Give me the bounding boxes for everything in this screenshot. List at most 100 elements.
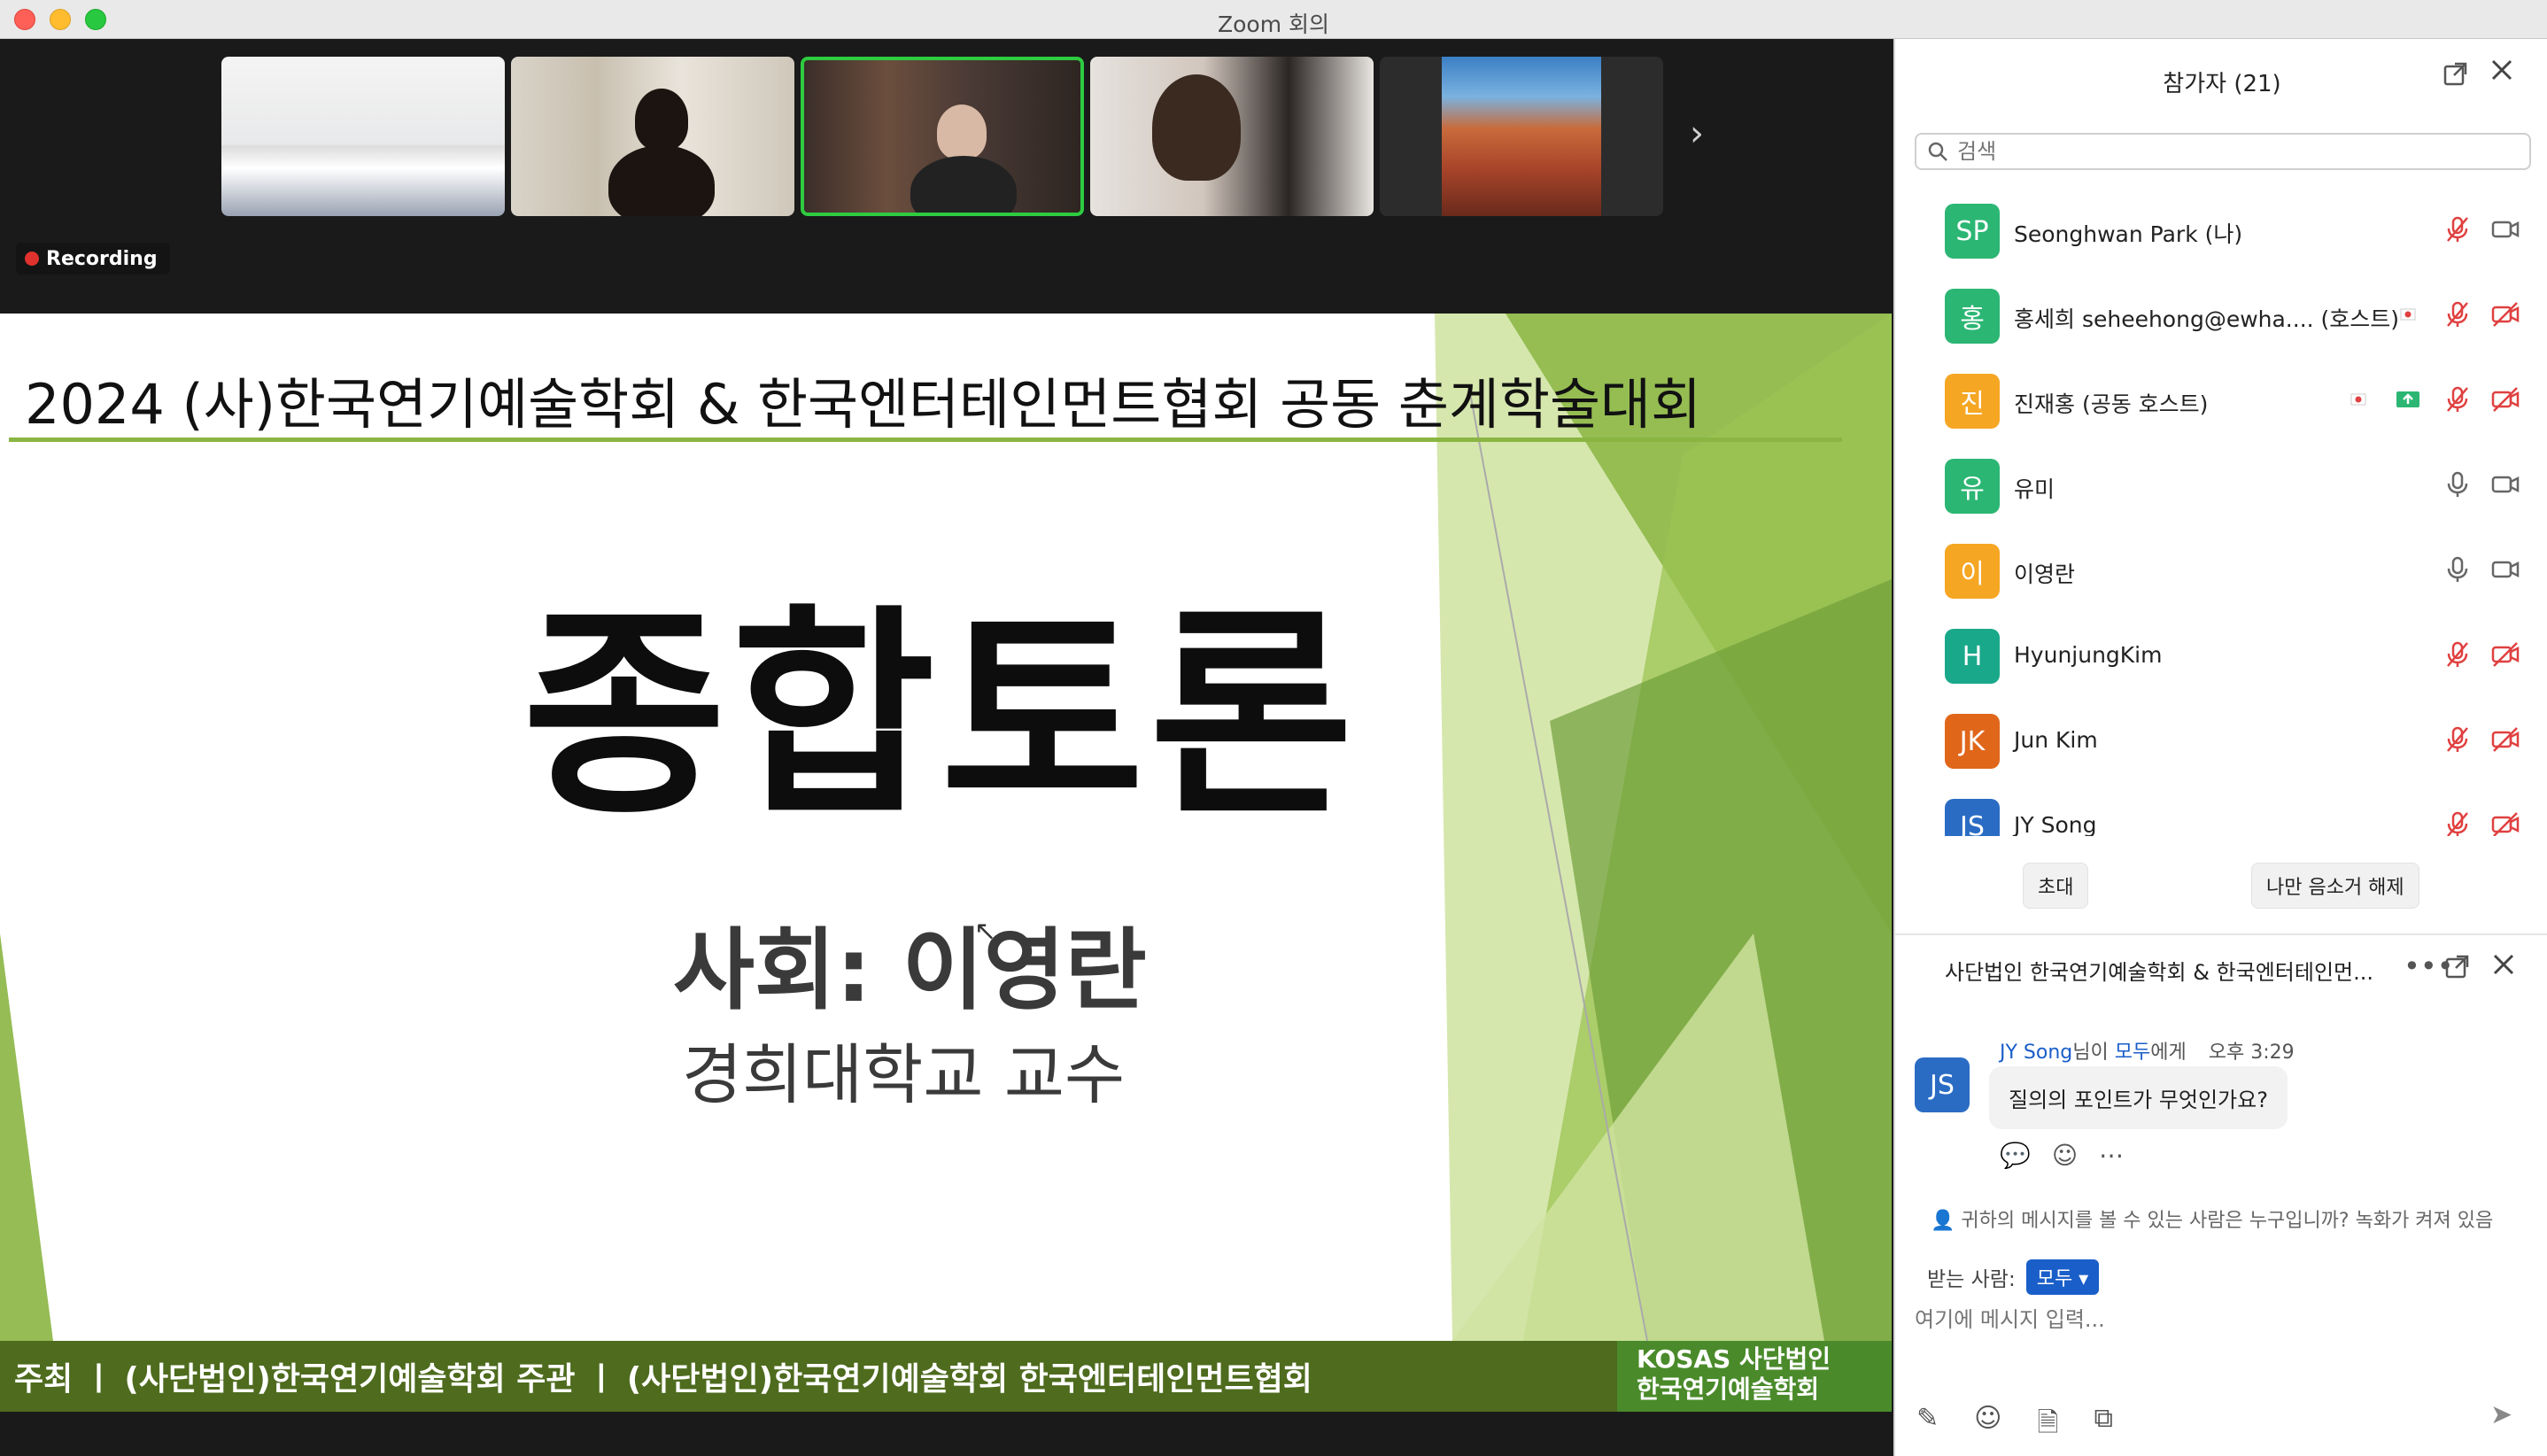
message-recipient: 모두	[2114, 1042, 2151, 1064]
recipient-label: 받는 사람:	[1927, 1268, 2016, 1291]
video-on-icon[interactable]	[2489, 553, 2522, 586]
participant-list: SP Seonghwan Park (나) 홍 홍세희 seheehong@ew…	[1895, 190, 2547, 836]
message-suffix: 에게	[2150, 1042, 2187, 1064]
participant-row[interactable]: H HyunjungKim	[1895, 615, 2547, 700]
mic-on-icon[interactable]	[2441, 553, 2474, 586]
avatar: 이	[1945, 544, 2000, 599]
search-input[interactable]	[1957, 139, 2489, 164]
recipient-selector: 받는 사람: 모두 ▾	[1927, 1259, 2100, 1295]
video-off-icon[interactable]	[2489, 638, 2522, 671]
participant-row[interactable]: 홍 홍세희 seheehong@ewha.... (호스트)	[1895, 275, 2547, 360]
chat-header: 사단법인 한국연기예술학회 & 한국엔터테인먼... •••	[1895, 942, 2547, 995]
side-panel: 참가자 (21) SP Seonghwan Park (나) 홍 홍세희 seh…	[1893, 39, 2547, 1456]
chat-pop-out-icon[interactable]	[2444, 953, 2471, 987]
recording-indicator: Recording	[16, 243, 170, 275]
mic-muted-icon[interactable]	[2441, 213, 2474, 246]
mic-on-icon[interactable]	[2441, 468, 2474, 501]
logo-line-2: 한국연기예술학회	[1637, 1375, 1820, 1404]
video-off-icon[interactable]	[2489, 723, 2522, 756]
video-thumbnail[interactable]	[511, 57, 794, 216]
participant-row[interactable]: SP Seonghwan Park (나)	[1895, 190, 2547, 275]
slide-heading: 종합토론	[523, 586, 1359, 844]
pop-out-icon[interactable]	[2442, 60, 2469, 94]
slide-affiliation: 경희대학교 교수	[682, 1037, 1126, 1113]
slide-moderator: 사회: 이영란	[673, 918, 1147, 1022]
video-on-icon[interactable]	[2489, 468, 2522, 501]
slide-title: 2024 (사)한국연기예술학회 & 한국엔터테인먼트협회 공동 춘계학술대회	[25, 372, 1702, 437]
mic-muted-icon[interactable]	[2441, 638, 2474, 671]
mic-muted-icon[interactable]	[2441, 808, 2474, 836]
active-speaker-thumbnail[interactable]	[801, 57, 1084, 216]
video-on-icon[interactable]	[2489, 213, 2522, 246]
close-chat-icon[interactable]	[2490, 951, 2517, 985]
reply-icon[interactable]: 💬	[2000, 1141, 2031, 1170]
mic-muted-icon[interactable]	[2441, 298, 2474, 331]
window-title: Zoom 회의	[1217, 12, 1330, 37]
avatar: JS	[1945, 799, 2000, 836]
logo-line-1: KOSAS 사단법인	[1637, 1344, 1831, 1374]
recording-dot-icon	[25, 252, 39, 266]
zoom-window: Zoom 회의 › Recording 2024 (사)한국연기예술학회 & 한…	[0, 0, 2547, 1456]
close-panel-icon[interactable]	[2489, 57, 2515, 90]
screenshot-icon[interactable]: ⧉	[2094, 1403, 2113, 1448]
message-mid: 님이	[2072, 1042, 2115, 1064]
participant-name: 홍세희 seheehong@ewha.... (호스트)	[2014, 306, 2400, 332]
shared-screen-slide: 2024 (사)한국연기예술학회 & 한국엔터테인먼트협회 공동 춘계학술대회 …	[0, 314, 1892, 1412]
message-sender[interactable]: JY Song	[2000, 1042, 2072, 1064]
video-thumbnail[interactable]	[221, 57, 505, 216]
avatar: JS	[1915, 1057, 1970, 1112]
recipient-value: 모두	[2036, 1268, 2073, 1290]
mouse-cursor-icon: ↖	[974, 916, 997, 947]
avatar: H	[1945, 629, 2000, 684]
message-input[interactable]	[1915, 1300, 2526, 1339]
video-thumbnail[interactable]	[1090, 57, 1374, 216]
unmute-me-button[interactable]: 나만 음소거 해제	[2251, 863, 2419, 909]
send-icon[interactable]: ➤	[2490, 1399, 2512, 1430]
video-off-icon[interactable]	[2489, 808, 2522, 836]
screen-share-icon	[2391, 383, 2425, 416]
avatar: 유	[1945, 459, 2000, 514]
person-icon: 👤	[1931, 1210, 1955, 1232]
chat-visibility-notice[interactable]: 👤 귀하의 메시지를 볼 수 있는 사람은 누구입니까? 녹화가 켜져 있음	[1931, 1204, 2493, 1233]
recipient-dropdown[interactable]: 모두 ▾	[2025, 1259, 2100, 1295]
chat-title: 사단법인 한국연기예술학회 & 한국엔터테인먼...	[1945, 960, 2374, 985]
slide-decoration	[0, 314, 1892, 1342]
video-off-icon[interactable]	[2489, 298, 2522, 331]
participant-row[interactable]: 진 진재홍 (공동 호스트)	[1895, 360, 2547, 445]
avatar: SP	[1945, 204, 2000, 259]
video-thumbnail[interactable]	[1380, 57, 1663, 216]
meeting-main-area: › Recording 2024 (사)한국연기예술학회 & 한국엔터테인먼트협…	[0, 39, 1893, 1456]
participant-name: HyunjungKim	[2014, 642, 2163, 668]
file-icon[interactable]: 🗎	[2037, 1403, 2058, 1448]
participant-search[interactable]	[1915, 133, 2531, 170]
slide-title-rule	[9, 438, 1842, 442]
participant-name: 진재홍 (공동 호스트)	[2014, 391, 2209, 417]
flag-icon	[2342, 383, 2375, 416]
participant-row[interactable]: JK Jun Kim	[1895, 700, 2547, 785]
emoji-icon[interactable]: ☺	[1974, 1403, 2001, 1448]
mic-muted-icon[interactable]	[2441, 723, 2474, 756]
message-meta: JY Song님이 모두에게 오후 3:29	[2000, 1036, 2295, 1065]
participant-actions: 초대 나만 음소거 해제	[1895, 863, 2547, 916]
participant-row[interactable]: 이 이영란	[1895, 530, 2547, 615]
invite-button[interactable]: 초대	[2023, 863, 2089, 909]
mic-muted-icon[interactable]	[2441, 383, 2474, 416]
title-bar: Zoom 회의	[0, 0, 2547, 39]
avatar: 홍	[1945, 289, 2000, 344]
slide-footer-text: 주최 ㅣ (사단법인)한국연기예술학회 주관 ㅣ (사단법인)한국연기예술학회 …	[14, 1361, 1312, 1398]
participant-name: Seonghwan Park (나)	[2014, 221, 2243, 247]
participant-row[interactable]: JS JY Song	[1895, 785, 2547, 836]
emoji-reaction-icon[interactable]: ☺	[2052, 1141, 2078, 1170]
participant-name: 이영란	[2014, 561, 2076, 587]
avatar: JK	[1945, 714, 2000, 769]
more-icon[interactable]: ⋯	[2099, 1141, 2124, 1170]
slide-footer: 주최 ㅣ (사단법인)한국연기예술학회 주관 ㅣ (사단법인)한국연기예술학회 …	[0, 1341, 1892, 1412]
next-page-icon[interactable]: ›	[1690, 113, 1704, 154]
participant-name: JY Song	[2014, 812, 2097, 836]
message-time: 오후 3:29	[2208, 1042, 2295, 1064]
participant-row[interactable]: 유 유미	[1895, 445, 2547, 530]
format-icon[interactable]: ✎	[1916, 1403, 1939, 1448]
notice-text: 귀하의 메시지를 볼 수 있는 사람은 누구입니까? 녹화가 켜져 있음	[1961, 1210, 2494, 1232]
video-off-icon[interactable]	[2489, 383, 2522, 416]
search-icon	[1928, 142, 1947, 161]
